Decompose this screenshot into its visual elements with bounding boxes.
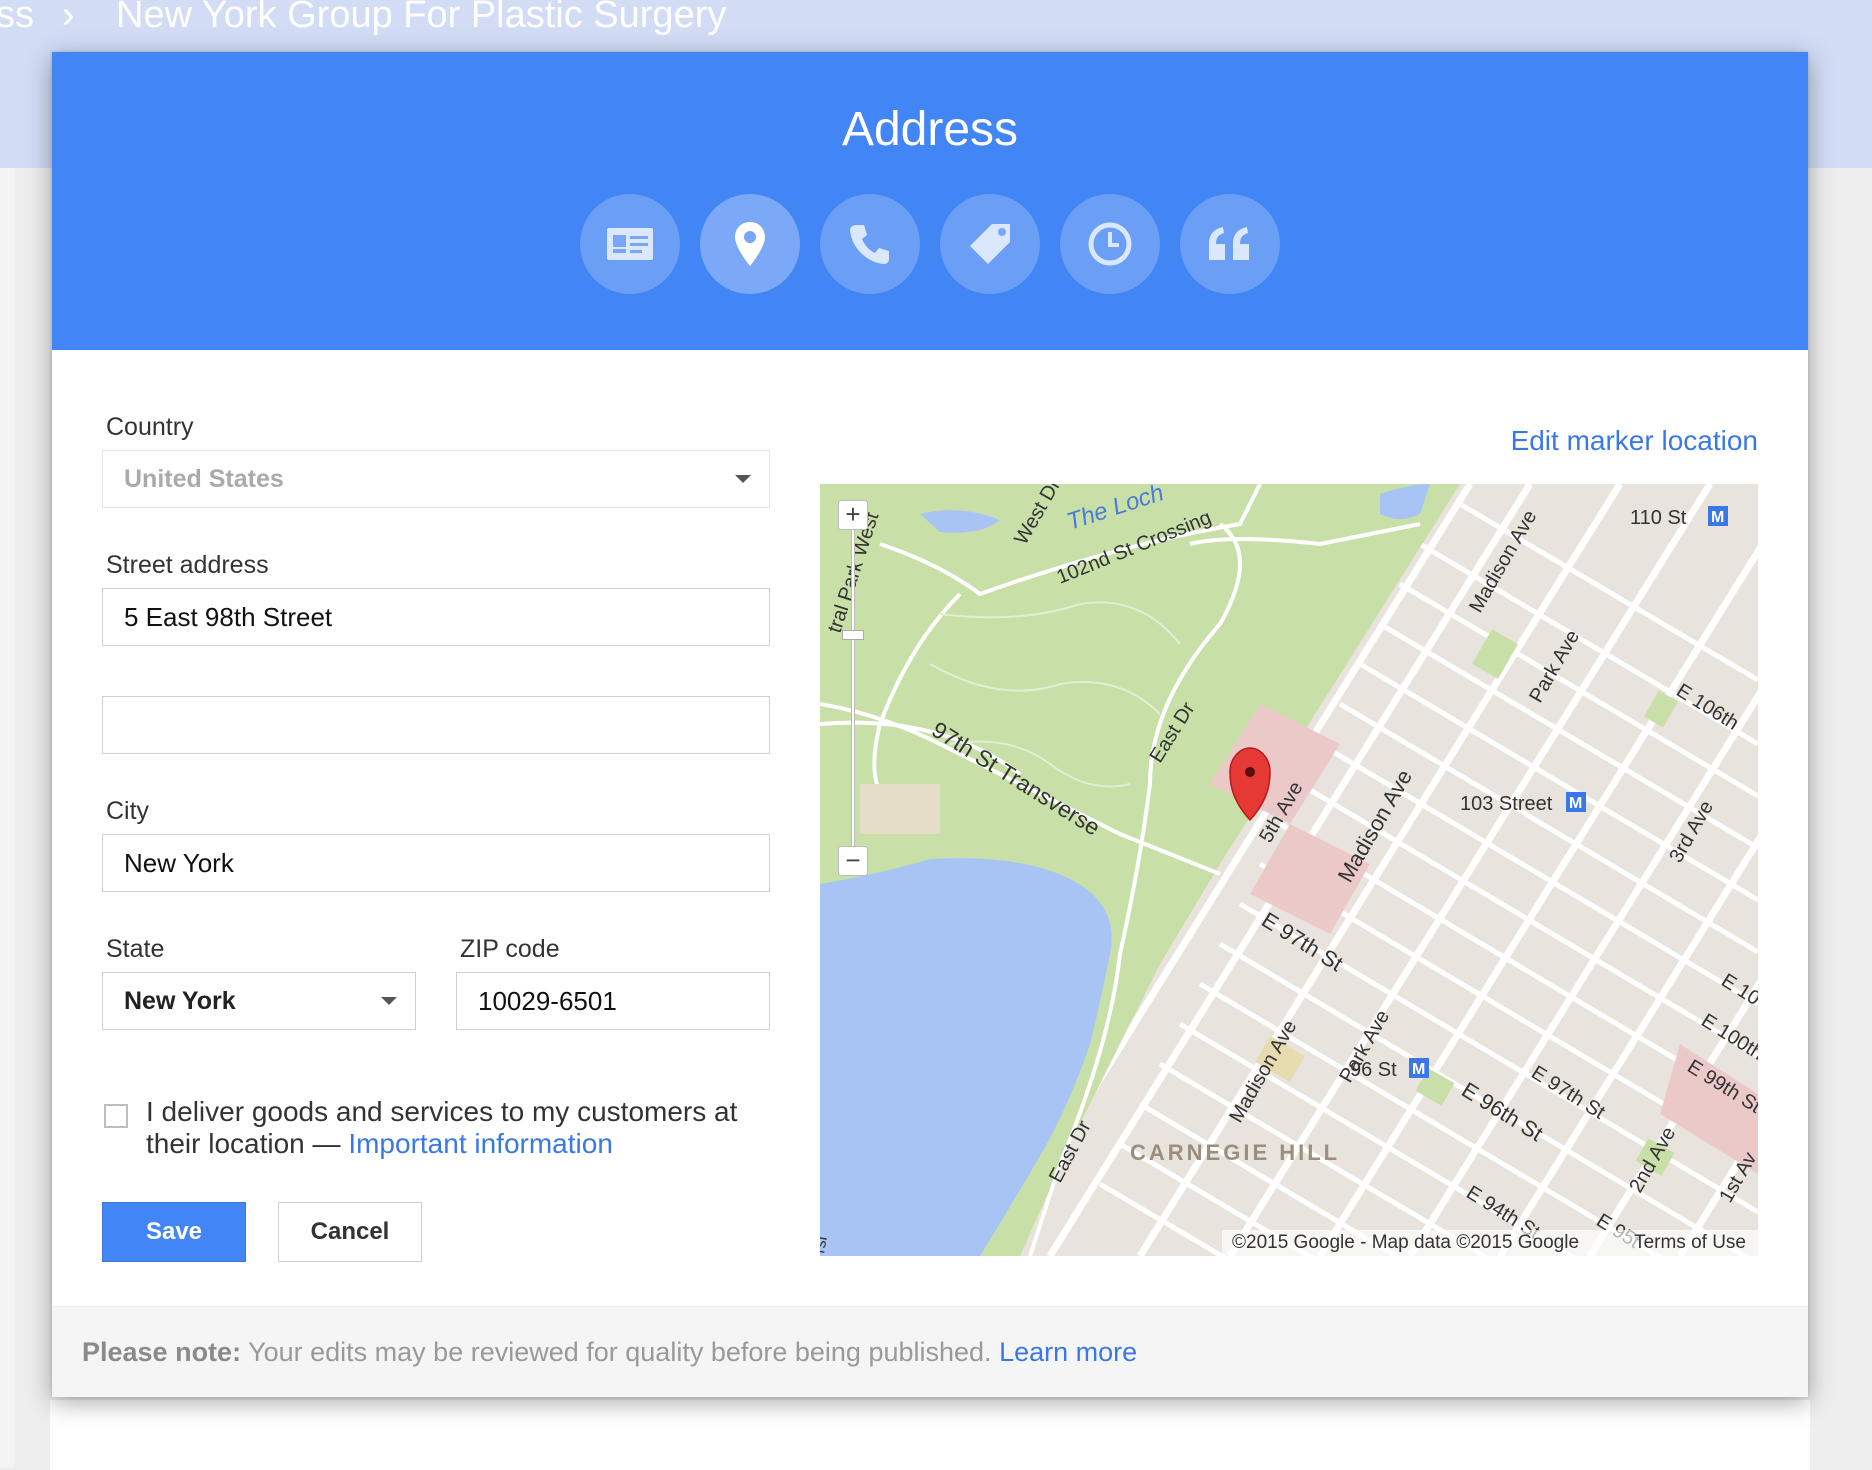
country-value: United States <box>124 465 284 493</box>
tab-address[interactable] <box>700 194 800 294</box>
label-110-st: 110 St <box>1630 507 1687 529</box>
cancel-button[interactable]: Cancel <box>278 1202 422 1262</box>
street-address-input[interactable] <box>102 588 770 646</box>
note-label: Please note: <box>82 1337 242 1367</box>
clock-icon <box>1088 222 1132 266</box>
metro-icon: M <box>1711 509 1724 526</box>
background-card <box>50 1400 1810 1470</box>
address-dialog: Address Country United States Street add… <box>52 52 1808 1397</box>
zoom-slider-track[interactable] <box>851 530 855 846</box>
tab-phone[interactable] <box>820 194 920 294</box>
business-name: New York Group For Plastic Surgery <box>116 0 727 36</box>
quote-icon <box>1209 227 1249 260</box>
learn-more-link[interactable]: Learn more <box>999 1337 1137 1367</box>
street-address-line2-input[interactable] <box>102 696 770 754</box>
zoom-in-button[interactable]: + <box>838 500 868 530</box>
country-select: United States <box>102 450 770 508</box>
country-label: Country <box>106 413 194 441</box>
zoom-slider-handle[interactable] <box>842 630 864 640</box>
note-text: Your edits may be reviewed for quality b… <box>248 1337 992 1367</box>
phone-icon <box>850 225 889 264</box>
state-value: New York <box>124 987 236 1015</box>
breadcrumb-fragment: ss <box>0 0 34 36</box>
state-select[interactable]: New York <box>102 972 416 1030</box>
tag-icon <box>970 224 1010 264</box>
city-input[interactable] <box>102 834 770 892</box>
dialog-header: Address <box>52 52 1808 350</box>
metro-icon: M <box>1412 1061 1425 1078</box>
important-information-link[interactable]: Important information <box>348 1128 613 1159</box>
background-sidebar <box>0 168 14 1468</box>
metro-icon: M <box>1569 795 1582 812</box>
location-pin-icon <box>735 222 765 266</box>
field-block <box>860 784 940 834</box>
business-card-icon <box>607 228 653 260</box>
save-button[interactable]: Save <box>102 1202 246 1262</box>
deliver-text: I deliver goods and services to my custo… <box>146 1096 766 1160</box>
zoom-out-button[interactable]: − <box>838 846 868 876</box>
label-96-st: 96 St <box>1350 1059 1397 1081</box>
tab-business-info[interactable] <box>580 194 680 294</box>
tab-categories[interactable] <box>940 194 1040 294</box>
map-view[interactable]: The Loch West Dr tral Park West 102nd St… <box>820 484 1758 1256</box>
label-103-street: 103 Street <box>1460 793 1553 815</box>
tab-introduction[interactable] <box>1180 194 1280 294</box>
breadcrumb-separator: › <box>62 0 75 36</box>
tab-hours[interactable] <box>1060 194 1160 294</box>
city-label: City <box>106 797 150 825</box>
terms-of-use-link[interactable]: Terms of Use <box>1634 1230 1746 1256</box>
label-carnegie-hill: CARNEGIE HILL <box>1130 1140 1340 1165</box>
review-note: Please note: Your edits may be reviewed … <box>82 1335 1137 1369</box>
map-copyright: ©2015 Google - Map data ©2015 Google <box>1232 1232 1580 1253</box>
state-label: State <box>106 935 165 963</box>
zip-code-input[interactable] <box>456 972 770 1030</box>
map-canvas[interactable]: The Loch West Dr tral Park West 102nd St… <box>820 484 1758 1256</box>
deliver-checkbox[interactable] <box>104 1104 128 1128</box>
map-attribution: ©2015 Google - Map data ©2015 Google Ter… <box>1222 1230 1758 1256</box>
street-address-label: Street address <box>106 551 269 579</box>
review-note-bar: Please note: Your edits may be reviewed … <box>52 1306 1808 1397</box>
dialog-title: Address <box>841 103 1019 156</box>
chevron-down-icon <box>381 997 397 1005</box>
edit-marker-location-link[interactable]: Edit marker location <box>1511 424 1758 458</box>
zip-code-label: ZIP code <box>460 935 560 963</box>
chevron-down-icon <box>735 475 751 483</box>
